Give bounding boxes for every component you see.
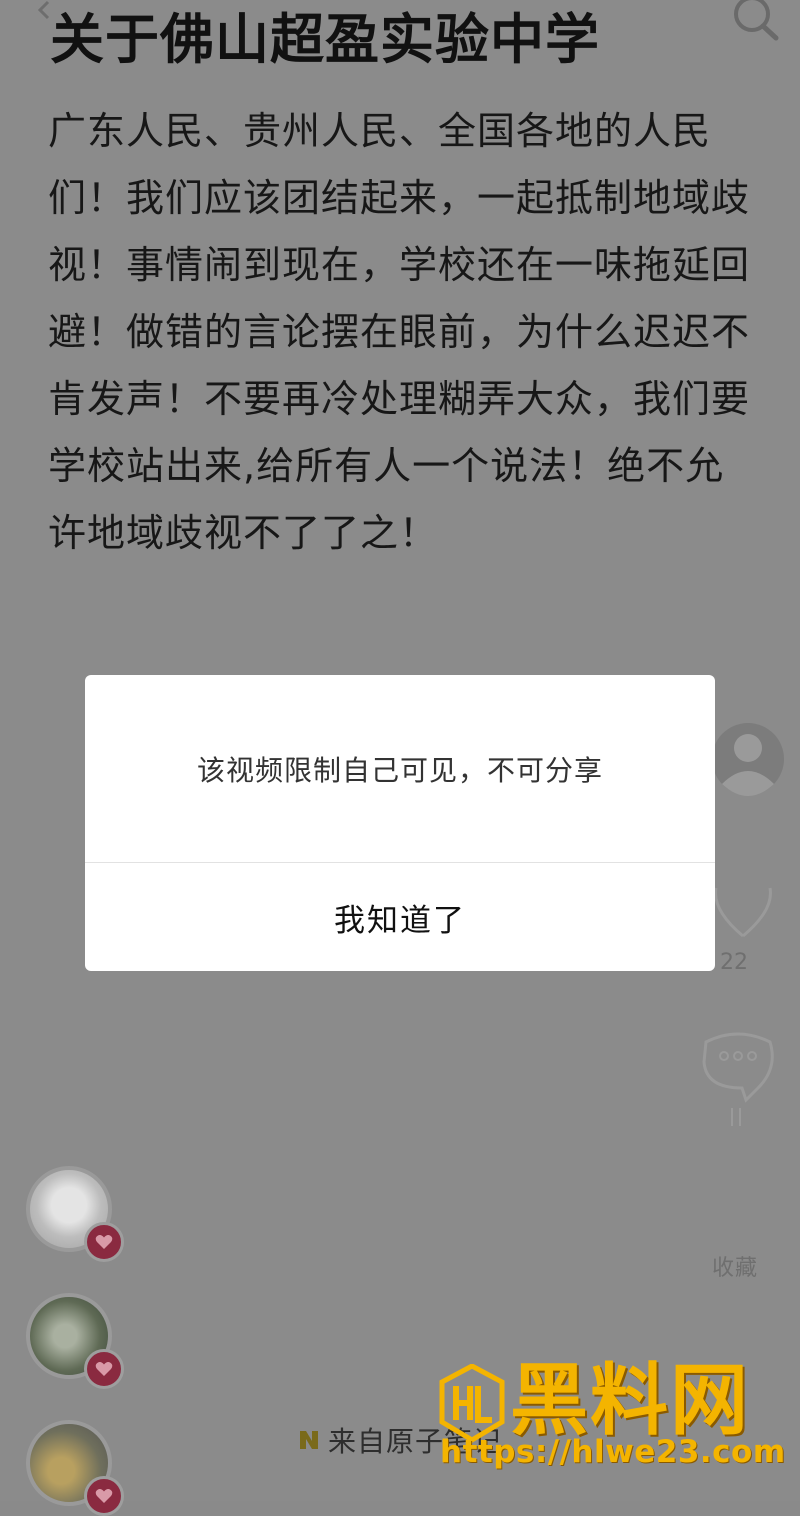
user-avatar-icon[interactable]: [711, 712, 785, 804]
confirm-button[interactable]: 我知道了: [85, 863, 715, 971]
watermark-url: https://hlwe23.com: [440, 1434, 786, 1470]
floating-avatar[interactable]: [26, 1420, 124, 1516]
heart-icon: [84, 1349, 124, 1389]
floating-avatar[interactable]: [26, 1293, 124, 1389]
post-page: 关于佛山超盈实验中学 广东人民、贵州人民、全国各地的人民们！我们应该团结起来，一…: [0, 0, 800, 1516]
collect-label[interactable]: 收藏: [712, 1250, 758, 1282]
watermark-logo-icon: [438, 1363, 506, 1444]
search-icon[interactable]: [728, 0, 784, 42]
dialog-message: 该视频限制自己可见，不可分享: [196, 754, 603, 787]
app-logo-icon: [298, 1429, 320, 1451]
share-restricted-dialog: 该视频限制自己可见，不可分享 我知道了: [85, 675, 715, 971]
heart-icon: [84, 1222, 124, 1262]
like-count: 22: [720, 950, 748, 975]
watermark: 黑料网 https://hlwe23.com: [434, 1358, 785, 1472]
watermark-name: 黑料网: [510, 1356, 751, 1446]
post-title: 关于佛山超盈实验中学: [50, 8, 600, 71]
post-body: 广东人民、贵州人民、全国各地的人民们！我们应该团结起来，一起抵制地域歧视！事情闹…: [48, 109, 751, 555]
heart-icon: [84, 1476, 124, 1516]
comment-bubble-icon[interactable]: [698, 1028, 778, 1130]
floating-avatar[interactable]: [26, 1166, 124, 1262]
heart-icon[interactable]: [708, 860, 778, 940]
